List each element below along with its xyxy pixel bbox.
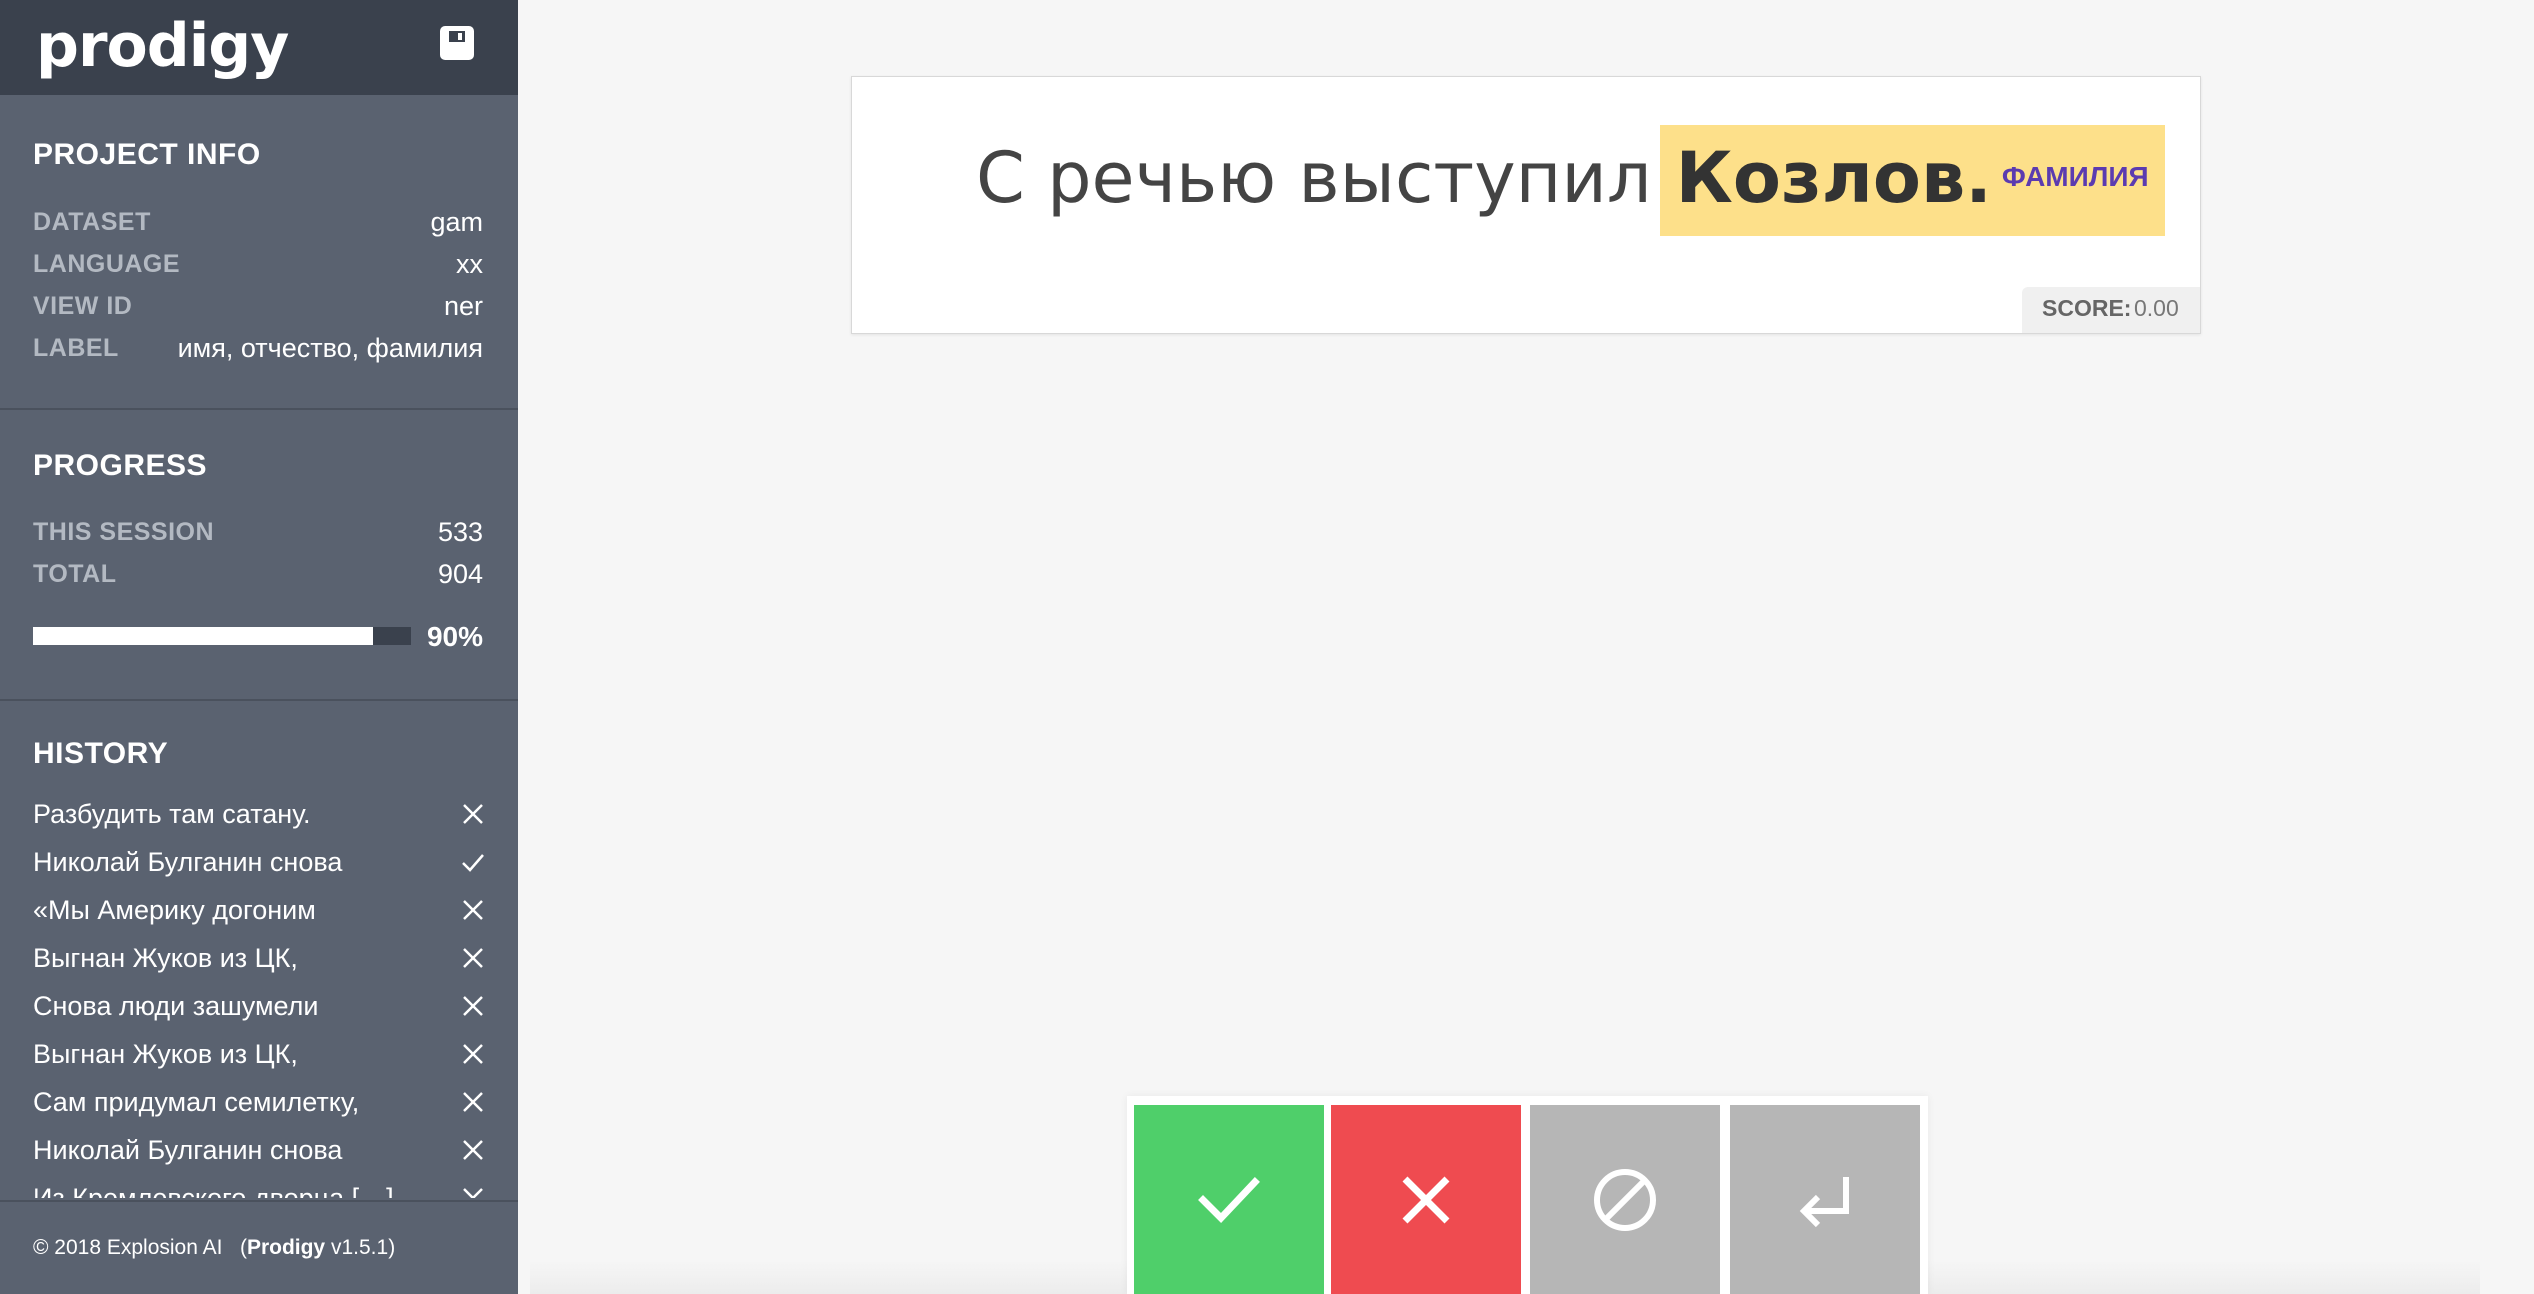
progress-row-session: THIS SESSION 533	[33, 512, 483, 552]
history-list[interactable]: Разбудить там сатану. Николай Булганин сн…	[0, 790, 518, 1198]
project-info-row-label: LABEL имя, отчество, фамилия	[33, 328, 483, 368]
reject-button[interactable]	[1331, 1105, 1521, 1294]
x-icon	[463, 804, 483, 824]
progress-title: PROGRESS	[33, 449, 208, 482]
divider	[0, 699, 518, 701]
x-icon	[463, 1092, 483, 1112]
project-info-key: LANGUAGE	[33, 250, 181, 278]
undo-icon	[1799, 1177, 1849, 1228]
ban-icon	[1594, 1169, 1656, 1231]
project-info-row-language: LANGUAGE xx	[33, 244, 483, 284]
product-name: Prodigy	[246, 1236, 326, 1259]
history-item-text: Выгнан Жуков из ЦК,	[33, 943, 298, 973]
history-item[interactable]: Николай Булганин снова	[33, 838, 485, 886]
history-item[interactable]: Из Кремлевского дворца […]	[33, 1174, 485, 1198]
progress-key: THIS SESSION	[33, 518, 215, 546]
entity-span[interactable]: Козлов. ФАМИЛИЯ	[1659, 125, 2165, 236]
history-item-text: Николай Булганин снова	[33, 1135, 343, 1165]
history-item-text: Выгнан Жуков из ЦК,	[33, 1039, 298, 1069]
history-item[interactable]: Николай Булганин снова	[33, 1126, 485, 1174]
footer-text: © 2018 Explosion AI (Prodigy v1.5.1)	[33, 1236, 396, 1259]
project-info-key: LABEL	[33, 334, 119, 362]
progress-value: 533	[437, 517, 483, 547]
history-item-text: Снова люди зашумели	[33, 991, 319, 1021]
copyright: © 2018 Explosion AI	[33, 1236, 223, 1259]
x-icon	[463, 948, 483, 968]
history-item[interactable]: Разбудить там сатану.	[33, 790, 485, 838]
history-item[interactable]: Снова люди зашумели	[33, 982, 485, 1030]
history-item[interactable]: Выгнан Жуков из ЦК,	[33, 1030, 485, 1078]
x-icon	[463, 1188, 483, 1198]
entity-label: ФАМИЛИЯ	[2001, 160, 2149, 192]
score-value: 0.00	[2134, 295, 2179, 321]
history-item[interactable]: Выгнан Жуков из ЦК,	[33, 934, 485, 982]
history-item-text: Из Кремлевского дворца […]	[33, 1183, 394, 1198]
project-info-value: имя, отчество, фамилия	[177, 333, 483, 363]
history-item-text: «Мы Америку догоним	[33, 895, 316, 925]
progress-percent: 90%	[426, 621, 483, 652]
project-info-key: DATASET	[33, 208, 151, 236]
divider	[0, 408, 518, 410]
task-card: С речью выступил Козлов. ФАМИЛИЯ SCORE: 0.…	[851, 76, 2201, 334]
x-icon	[463, 1044, 483, 1064]
task-text: С речью выступил Козлов. ФАМИЛИЯ	[976, 125, 2165, 236]
action-buttons	[1127, 1096, 1928, 1294]
history-item[interactable]: Сам придумал семилетку,	[33, 1078, 485, 1126]
score-label: SCORE:	[2042, 295, 2132, 321]
project-info-key: VIEW ID	[33, 292, 133, 320]
x-icon	[463, 900, 483, 920]
project-info-value: ner	[443, 291, 483, 321]
sidebar-header: prodigy	[0, 0, 518, 95]
sidebar: prodigy PROJECT INFO DATASET gam LANGUAG…	[0, 0, 518, 1294]
x-icon	[1402, 1176, 1450, 1224]
progress-value: 904	[437, 559, 483, 589]
history-item[interactable]: «Мы Америку догоним	[33, 886, 485, 934]
project-info-row-view-id: VIEW ID ner	[33, 286, 483, 326]
sidebar-footer: © 2018 Explosion AI (Prodigy v1.5.1)	[0, 1200, 518, 1294]
check-icon	[1198, 1177, 1260, 1224]
progress-row-total: TOTAL 904	[33, 554, 483, 594]
x-icon	[463, 996, 483, 1016]
task-sentence: С речью выступил	[976, 137, 1652, 219]
history-title: HISTORY	[33, 737, 169, 770]
history-item-text: Сам придумал семилетку,	[33, 1087, 360, 1117]
undo-button[interactable]	[1730, 1105, 1920, 1294]
project-info-value: gam	[430, 207, 483, 237]
progress-bar	[33, 627, 411, 645]
x-icon	[463, 1140, 483, 1160]
entity-text: Козлов.	[1675, 137, 1992, 219]
history-item-text: Разбудить там сатану.	[33, 799, 311, 829]
project-info-value: xx	[456, 249, 483, 279]
product-version: v1.5.1	[330, 1236, 389, 1259]
check-icon	[462, 854, 484, 872]
project-info-row-dataset: DATASET gam	[33, 202, 483, 242]
app-logo: prodigy	[36, 11, 289, 81]
score-badge: SCORE: 0.00	[2022, 287, 2200, 333]
progress-key: TOTAL	[33, 560, 117, 588]
ignore-button[interactable]	[1530, 1105, 1720, 1294]
progress-bar-fill	[33, 627, 374, 645]
history-item-text: Николай Булганин снова	[33, 847, 343, 877]
accept-button[interactable]	[1134, 1105, 1324, 1294]
save-icon[interactable]	[440, 26, 474, 60]
project-info-title: PROJECT INFO	[33, 138, 261, 171]
